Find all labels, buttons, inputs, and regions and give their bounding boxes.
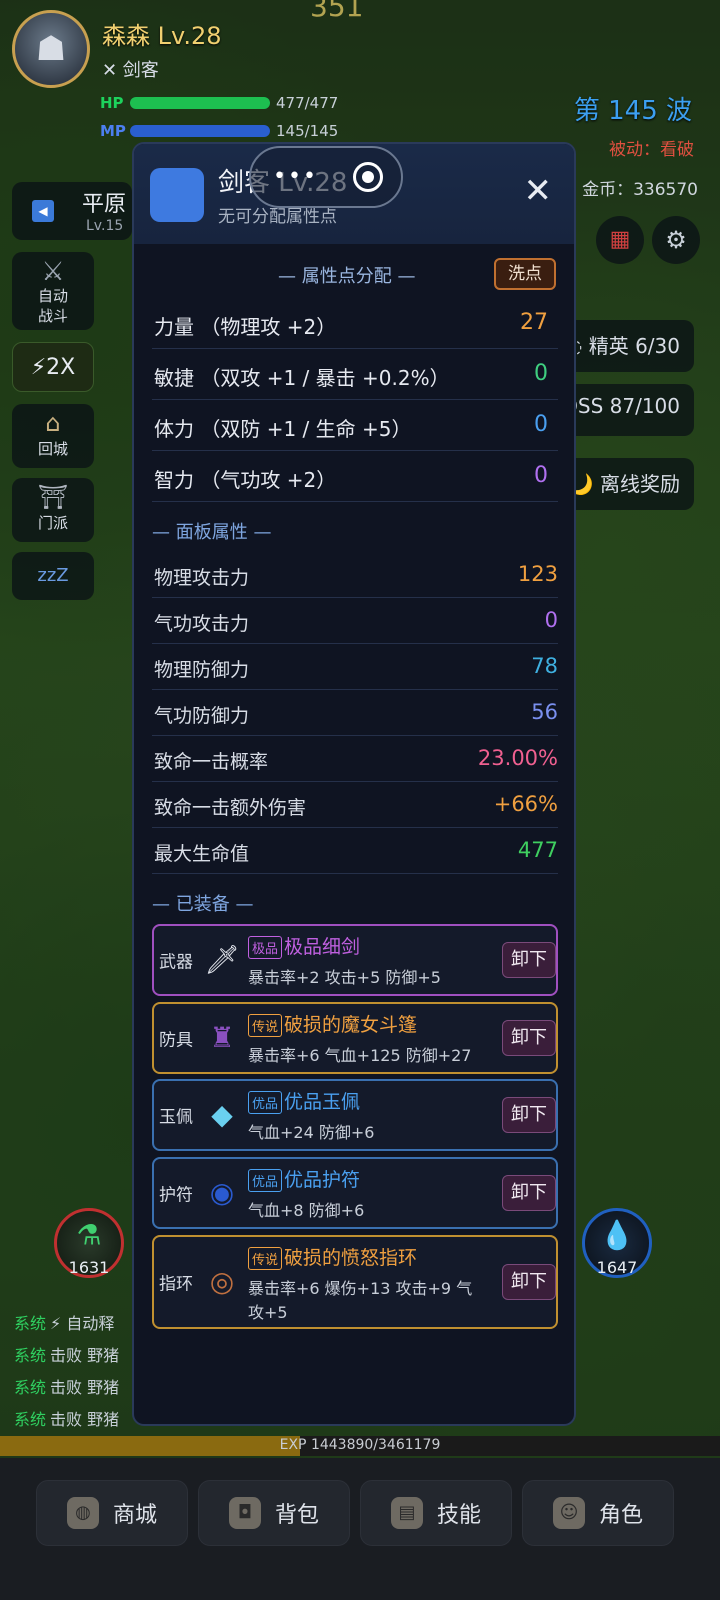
speed-2x-button[interactable]: ⚡2X [12, 342, 94, 392]
sect-label: 门派 [37, 514, 68, 532]
panel-row: 物理防御力 78 [152, 644, 558, 690]
panel-row: 致命一击额外伤害 +66% [152, 782, 558, 828]
hp-potion[interactable]: ⚗ 1631 [54, 1208, 124, 1278]
log-line: 系统 ⚡ 自动释 [14, 1314, 115, 1333]
reset-points-button[interactable]: 洗点 [494, 258, 556, 290]
zone-level: Lv.15 [86, 218, 124, 234]
hp-bar [130, 97, 270, 109]
zone-name: 平原 [82, 192, 127, 217]
dagger-icon: 🗡 [204, 943, 240, 976]
auto-battle-button[interactable]: ⚔ 自动 战斗 [12, 252, 94, 330]
swordsman-portrait-icon: ☗ [35, 29, 67, 69]
book-icon: ▤ [390, 1497, 423, 1529]
attr-row-stamina: 体力 （双防 +1 / 生命 +5） 0 [152, 400, 558, 451]
log-line: 系统 击败 野猪 [14, 1410, 120, 1429]
passive-skill: 被动：看破 [609, 140, 694, 160]
nav-character-button[interactable]: ☺ 角色 [522, 1480, 674, 1546]
unequip-button[interactable]: 卸下 [502, 942, 556, 978]
pagoda-icon: ⛩ [37, 483, 69, 511]
panel-row: 气功防御力 56 [152, 690, 558, 736]
house-icon: ⌂ [45, 409, 61, 437]
gear-icon[interactable]: ⚙ [652, 216, 700, 264]
calendar-icon[interactable]: ▦ [596, 216, 644, 264]
attr-row-agility: 敏捷 （双攻 +1 / 暴击 +0.2%） 0 [152, 349, 558, 400]
person-icon: ☺ [552, 1497, 585, 1529]
character-stats-modal: 剑客 Lv.28 无可分配属性点 ••• ✕ — 属性点分配 — 洗点 力量 （… [132, 142, 576, 1426]
hp-potion-count: 1631 [68, 1258, 110, 1277]
nav-shop-label: 商城 [112, 1503, 157, 1528]
mp-text: 145/145 [276, 122, 339, 140]
crossed-swords-icon: ⚔ [41, 257, 65, 287]
potion-bottle-icon: ⚗ [76, 1218, 102, 1252]
nav-skill-label: 技能 [436, 1503, 481, 1528]
cloak-icon: ♜ [209, 1021, 235, 1054]
mp-potion-count: 1647 [596, 1258, 638, 1277]
backpack-icon: ◘ [228, 1497, 261, 1529]
panel-row: 致命一击概率 23.00% [152, 736, 558, 782]
mp-potion[interactable]: 💧 1647 [582, 1208, 652, 1278]
panel-row: 气功攻击力 0 [152, 598, 558, 644]
sect-button[interactable]: ⛩ 门派 [12, 478, 94, 542]
unequip-button[interactable]: 卸下 [502, 1264, 556, 1300]
close-icon[interactable]: ✕ [524, 174, 553, 208]
equip-slot-jade[interactable]: 玉佩 ◆ 优品 优品玉佩 气血+24 防御+6 卸下 [152, 1079, 558, 1151]
nav-backpack-label: 背包 [274, 1503, 319, 1528]
zone-selector[interactable]: ◀ 平原 Lv.15 [12, 182, 132, 240]
eye-charm-icon: ◉ [209, 1176, 235, 1209]
log-line: 系统 击败 野猪 [14, 1346, 120, 1365]
ring-icon: ◎ [209, 1265, 235, 1298]
unequip-button[interactable]: 卸下 [502, 1175, 556, 1211]
equip-section-title: — 已装备 — [152, 894, 254, 915]
avatar[interactable]: ☗ [12, 10, 90, 88]
exp-text: EXP 1443890/3461179 [279, 1437, 441, 1453]
player-class: ✕ 剑客 [102, 60, 159, 81]
modal-header: 剑客 Lv.28 无可分配属性点 ••• ✕ [134, 144, 574, 244]
return-city-label: 回城 [37, 440, 68, 458]
wave-counter: 第 145 波 [573, 96, 692, 126]
mp-bar [130, 125, 270, 137]
equip-slot-charm[interactable]: 护符 ◉ 优品 优品护符 气血+8 防御+6 卸下 [152, 1157, 558, 1229]
unequip-button[interactable]: 卸下 [502, 1020, 556, 1056]
coin-counter: 金币：336570 [582, 180, 698, 200]
gold-top: 351 [310, 0, 364, 23]
mp-label: MP [100, 122, 126, 140]
water-drop-icon: 💧 [599, 1218, 635, 1252]
nav-backpack-button[interactable]: ◘ 背包 [198, 1480, 350, 1546]
log-line: 系统 击败 野猪 [14, 1378, 120, 1397]
more-dots-icon[interactable]: ••• [273, 164, 318, 189]
class-icon [150, 168, 204, 222]
panel-section-title: — 面板属性 — [152, 522, 272, 543]
return-city-button[interactable]: ⌂ 回城 [12, 404, 94, 468]
miniprogram-capsule[interactable]: ••• [249, 146, 403, 208]
player-name: 森森 Lv.28 [102, 22, 222, 50]
nav-skill-button[interactable]: ▤ 技能 [360, 1480, 512, 1546]
equip-slot-weapon[interactable]: 武器 🗡 极品 极品细剑 暴击率+2 攻击+5 防御+5 卸下 [152, 924, 558, 996]
auto-battle-label: 自动 战斗 [37, 287, 68, 325]
gem-icon: ◆ [211, 1098, 233, 1131]
unequip-button[interactable]: 卸下 [502, 1097, 556, 1133]
bag-icon: ◍ [66, 1497, 99, 1529]
nav-shop-button[interactable]: ◍ 商城 [36, 1480, 188, 1546]
back-arrow-icon[interactable]: ◀ [32, 200, 54, 222]
target-circle-icon[interactable] [353, 162, 383, 192]
panel-row: 最大生命值 477 [152, 828, 558, 874]
hp-label: HP [100, 94, 124, 112]
equip-slot-armor[interactable]: 防具 ♜ 传说 破损的魔女斗篷 暴击率+6 气血+125 防御+27 卸下 [152, 1002, 558, 1074]
hp-text: 477/477 [276, 94, 339, 112]
panel-row: 物理攻击力 123 [152, 552, 558, 598]
equip-slot-ring[interactable]: 指环 ◎ 传说 破损的愤怒指环 暴击率+6 爆伤+13 攻击+9 气攻+5 卸下 [152, 1235, 558, 1329]
attr-section-title: — 属性点分配 — [278, 266, 416, 287]
sleep-button[interactable]: zzZ [12, 552, 94, 600]
nav-character-label: 角色 [598, 1503, 643, 1528]
attr-row-strength: 力量 （物理攻 +2） 27 [152, 298, 558, 349]
bottom-nav: ◍ 商城 ◘ 背包 ▤ 技能 ☺ 角色 [0, 1458, 720, 1600]
attr-row-intellect: 智力 （气功攻 +2） 0 [152, 451, 558, 502]
